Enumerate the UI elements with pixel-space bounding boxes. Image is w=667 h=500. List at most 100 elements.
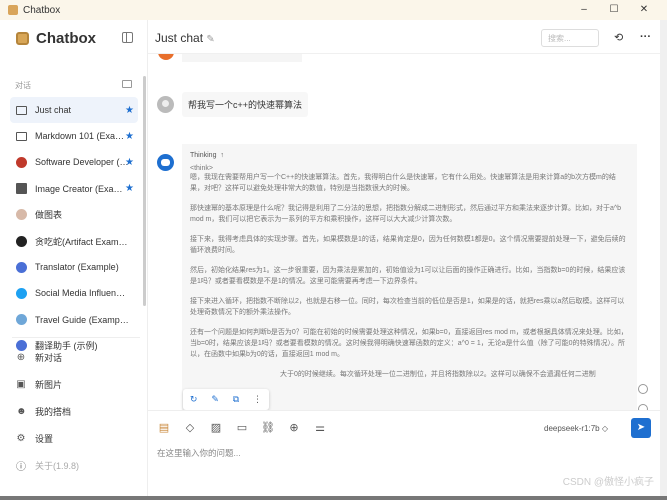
system-message <box>182 54 302 62</box>
sidebar-scrollbar[interactable] <box>143 76 146 306</box>
assistant-avatar <box>157 154 174 171</box>
sidebar-action[interactable]: ☻ 我的搭档 <box>16 398 79 425</box>
think-tag: <think> <box>190 165 213 172</box>
thinking-label: Thinking <box>190 152 217 159</box>
sidebar-item-label: Travel Guide (Example) <box>35 314 129 325</box>
star-icon[interactable]: ★ <box>125 157 134 168</box>
thinking-paragraph: 接下来，我得考虑具体的实现步骤。首先，如果模数是1的话，结果肯定是0，因为任何数… <box>190 236 626 254</box>
chatbox-logo-icon <box>16 32 29 45</box>
sidebar-item-label: 贪吃蛇(Artifact Example) <box>35 236 129 247</box>
sidebar-action[interactable]: ⊕ 新对话 <box>16 344 79 371</box>
sidebar-item[interactable]: Just chat ★ <box>10 97 138 124</box>
thinking-paragraph: 然后，初始化结果res为1。这一步很重要，因为乘法是累加的，初始值设为1可以让后… <box>190 267 626 285</box>
image-icon <box>16 183 27 195</box>
action-label: 我的搭档 <box>35 407 72 417</box>
chat-header: Just chat ✎ 搜索... ⟲ ··· <box>148 20 660 54</box>
archive-icon[interactable] <box>122 80 132 88</box>
watermark: CSDN @傲怪小疯子 <box>562 477 654 488</box>
sidebar-item[interactable]: Social Media Influencer (Example) <box>10 280 138 306</box>
brand-name: Chatbox <box>36 30 96 47</box>
sidebar-item-label: Translator (Example) <box>35 262 119 273</box>
sidebar-item-label: Markdown 101 (Example) <box>35 131 129 142</box>
chat-icon <box>16 105 27 115</box>
sidebar-action[interactable]: ▣ 新图片 <box>16 371 79 398</box>
more-icon[interactable]: ⋮ <box>253 394 262 405</box>
copy-icon[interactable]: ⧉ <box>233 394 239 405</box>
sidebar-item[interactable]: Image Creator (Example) ★ <box>10 176 138 202</box>
divider <box>12 337 140 338</box>
sidebar-item[interactable]: Markdown 101 (Example) ★ <box>10 123 138 149</box>
star-icon[interactable]: ★ <box>125 131 134 142</box>
star-icon[interactable]: ★ <box>125 105 134 116</box>
taskbar-edge <box>0 496 667 500</box>
thinking-paragraph: 还有一个问题是如何判断b是否为0？可能在初始的时候需要处理这种情况，如果b=0，… <box>190 329 628 358</box>
sidebar-item[interactable]: Travel Guide (Example) <box>10 307 138 333</box>
action-icon: ⊕ <box>16 352 26 363</box>
toolbox-icon[interactable]: ▤ <box>157 421 171 434</box>
session-avatar-icon <box>16 287 27 299</box>
thinking-paragraph: 接下来进入循环，把指数不断除以2，也就是右移一位。同时，每次检查当前的低位是否是… <box>190 298 625 316</box>
sidebar-item-label: Just chat <box>35 105 72 116</box>
collapse-sidebar-icon[interactable] <box>122 32 133 43</box>
sidebar-item[interactable]: 贪吃蛇(Artifact Example) <box>10 228 138 254</box>
globe-icon[interactable]: ⊕ <box>287 421 301 434</box>
minimize-button[interactable]: – <box>569 0 599 20</box>
app-icon <box>8 5 18 15</box>
sidebar-item[interactable]: Software Developer (Example)★ <box>10 149 138 175</box>
action-label: 新对话 <box>35 353 63 363</box>
action-label: 设置 <box>35 434 54 444</box>
collapse-arrow-icon: ↑ <box>220 152 224 159</box>
model-selector[interactable]: deepseek-r1:7b ◇ <box>544 424 608 433</box>
action-icon: ▣ <box>16 379 26 390</box>
user-avatar <box>157 96 174 113</box>
action-label: 新图片 <box>35 380 63 390</box>
more-icon[interactable]: ··· <box>640 31 651 43</box>
chat-icon <box>16 131 27 141</box>
send-button[interactable]: ➤ <box>631 418 651 438</box>
maximize-button[interactable]: ☐ <box>599 0 629 20</box>
input-area: ▤ ◇ ▨ ▭ ⛓ ⊕ ⚌ deepseek-r1:7b ◇ ➤ 在这里输入你的问题... … <box>148 410 660 496</box>
session-avatar-icon <box>16 235 27 247</box>
sidebar-action[interactable]: ⚙ 设置 <box>16 425 79 452</box>
background-window <box>660 20 667 500</box>
edit-icon[interactable]: ✎ <box>206 34 214 45</box>
eraser-icon[interactable]: ◇ <box>183 421 197 434</box>
sidebar-item[interactable]: Translator (Example) <box>10 254 138 280</box>
brand: Chatbox <box>16 30 96 47</box>
sidebar-item-label: 做图表 <box>35 210 63 221</box>
session-avatar-icon <box>16 156 27 168</box>
folder-icon[interactable]: ▭ <box>235 421 249 434</box>
regenerate-icon[interactable]: ↻ <box>190 394 198 405</box>
sidebar-action[interactable]: ⓘ 关于(1.9.8) <box>16 452 79 479</box>
star-icon[interactable]: ★ <box>125 183 134 194</box>
sidebar-item-label: Software Developer (Example) <box>35 157 129 168</box>
assistant-message: Thinking ↑ <think> 嗯，我现在需要帮用户写一个C++的快速幂算… <box>182 144 637 410</box>
scroll-up-button[interactable] <box>638 384 648 394</box>
sidebar-item-label: Image Creator (Example) <box>35 183 129 194</box>
thinking-paragraph: 那快速幂的基本原理是什么呢？我记得是利用了二分法的思想，把指数分解成二进制形式，… <box>190 205 622 223</box>
search-input[interactable]: 搜索... <box>541 29 599 47</box>
action-icon: ⓘ <box>16 462 26 473</box>
action-icon: ⚙ <box>16 433 26 444</box>
settings-sliders-icon[interactable]: ⚌ <box>313 421 327 434</box>
image-icon[interactable]: ▨ <box>209 421 223 434</box>
link-icon[interactable]: ⛓ <box>261 421 275 434</box>
chat-title[interactable]: Just chat ✎ <box>155 31 215 45</box>
history-icon[interactable]: ⟲ <box>614 31 623 44</box>
thinking-toggle[interactable]: Thinking ↑ <box>190 152 629 159</box>
sidebar-item[interactable]: 做图表 <box>10 202 138 228</box>
sidebar-item-label: Social Media Influencer (Example) <box>35 288 129 299</box>
action-label: 关于(1.9.8) <box>35 461 80 471</box>
close-button[interactable]: ✕ <box>629 0 659 20</box>
section-label: 对话 <box>15 81 31 90</box>
user-message: 帮我写一个c++的快速幂算法 <box>182 92 309 117</box>
window-titlebar: Chatbox – ☐ ✕ <box>0 0 667 20</box>
thinking-paragraph: 大于0的时候继续。每次循环处理一位二进制位，并且将指数除以2。这样可以确保不会遗… <box>280 371 596 378</box>
session-avatar-icon <box>16 209 27 221</box>
thinking-paragraph: 嗯，我现在需要帮用户写一个C++的快速幂算法。首先，我得明白什么是快速幂，它有什… <box>190 174 616 192</box>
action-icon: ☻ <box>16 406 27 417</box>
window-title: Chatbox <box>23 4 61 16</box>
edit-icon[interactable]: ✎ <box>211 394 219 405</box>
message-actions: ↻ ✎ ⧉ ⋮ <box>183 389 269 410</box>
message-input[interactable]: 在这里输入你的问题... <box>157 447 241 459</box>
